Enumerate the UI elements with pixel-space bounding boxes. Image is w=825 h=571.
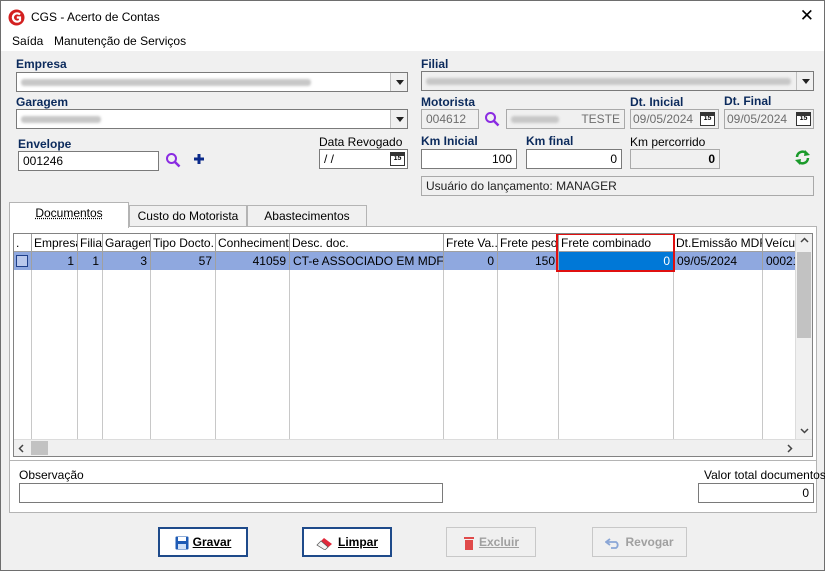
col-frete-peso[interactable]: Frete peso: [498, 234, 559, 252]
filial-select[interactable]: [421, 71, 814, 91]
garagem-select[interactable]: [16, 109, 408, 129]
cell-frete-peso[interactable]: 150: [498, 252, 559, 270]
cell-tipo-docto[interactable]: 57: [151, 252, 216, 270]
envelope-label: Envelope: [18, 137, 71, 151]
search-icon[interactable]: [484, 111, 500, 127]
add-icon[interactable]: [193, 153, 205, 165]
col-dt-emissao-mdfe[interactable]: Dt.Emissão MDFe: [674, 234, 763, 252]
app-logo-icon: [8, 9, 25, 26]
refresh-icon[interactable]: [794, 149, 811, 166]
chevron-down-icon[interactable]: [390, 73, 407, 91]
envelope-field[interactable]: 001246: [18, 151, 159, 171]
km-inicial-field[interactable]: 100: [421, 149, 517, 169]
revogar-button[interactable]: Revogar: [592, 527, 687, 557]
close-icon[interactable]: ✕: [800, 7, 814, 24]
row-indicator[interactable]: [14, 252, 32, 270]
filial-label: Filial: [421, 57, 448, 71]
valor-total-field: 0: [698, 483, 814, 503]
cell-desc-doc[interactable]: CT-e ASSOCIADO EM MDF-e: [290, 252, 444, 270]
chevron-left-icon[interactable]: [18, 444, 24, 453]
cell-empresa[interactable]: 1: [32, 252, 78, 270]
chevron-down-icon[interactable]: [800, 428, 809, 434]
km-percorrido-field: 0: [630, 149, 720, 169]
km-percorrido-label: Km percorrido: [630, 135, 705, 149]
cell-conhecimento[interactable]: 41059: [216, 252, 290, 270]
col-indicator[interactable]: .: [14, 234, 32, 252]
col-garagem[interactable]: Garagem: [103, 234, 151, 252]
calendar-icon[interactable]: 15: [700, 112, 715, 126]
highlight-box: [556, 233, 675, 272]
chevron-down-icon[interactable]: [390, 110, 407, 128]
dt-inicial-label: Dt. Inicial: [630, 95, 683, 109]
motorista-name-field: TESTE: [506, 109, 625, 129]
title-bar: CGS - Acerto de Contas ✕: [1, 1, 824, 33]
table-row[interactable]: 1 1 3 57 41059 CT-e ASSOCIADO EM MDF-e 0…: [14, 252, 804, 270]
km-final-field[interactable]: 0: [526, 149, 622, 169]
eraser-icon: [316, 536, 334, 550]
grid-header: . Empresa Filial Garagem Tipo Docto. Con…: [14, 234, 813, 252]
garagem-label: Garagem: [16, 95, 68, 109]
vertical-scrollbar[interactable]: [795, 234, 812, 440]
documents-panel: . Empresa Filial Garagem Tipo Docto. Con…: [9, 226, 817, 461]
menu-saida[interactable]: Saída: [12, 34, 43, 48]
km-final-label: Km final: [526, 134, 573, 148]
horizontal-scrollbar[interactable]: [14, 439, 813, 456]
empresa-select[interactable]: [16, 72, 408, 92]
gravar-button[interactable]: Gravar: [158, 527, 248, 557]
search-icon[interactable]: [165, 152, 181, 168]
col-tipo-docto[interactable]: Tipo Docto.: [151, 234, 216, 252]
km-inicial-label: Km Inicial: [421, 134, 478, 148]
tab-abastecimentos[interactable]: Abastecimentos: [247, 205, 367, 227]
horizontal-scroll-thumb[interactable]: [31, 441, 48, 455]
documents-grid[interactable]: . Empresa Filial Garagem Tipo Docto. Con…: [13, 233, 813, 457]
observacao-label: Observação: [19, 468, 84, 482]
col-frete-valor[interactable]: Frete Va...: [444, 234, 498, 252]
cell-garagem[interactable]: 3: [103, 252, 151, 270]
save-icon: [175, 536, 189, 550]
app-window: CGS - Acerto de Contas ✕ Saída Manutençã…: [0, 0, 825, 571]
tab-custo-motorista[interactable]: Custo do Motorista: [129, 205, 247, 227]
col-conhecimento[interactable]: Conhecimento: [216, 234, 290, 252]
col-empresa[interactable]: Empresa: [32, 234, 78, 252]
valor-total-label: Valor total documentos: [704, 468, 825, 482]
menu-bar: Saída Manutenção de Serviços: [1, 33, 824, 51]
calendar-icon[interactable]: 15: [390, 152, 405, 166]
undo-icon: [605, 537, 621, 549]
cell-filial[interactable]: 1: [78, 252, 103, 270]
excluir-button[interactable]: Excluir: [446, 527, 536, 557]
calendar-icon[interactable]: 15: [796, 112, 811, 126]
observacao-field[interactable]: [19, 483, 443, 503]
chevron-up-icon[interactable]: [800, 237, 809, 243]
empresa-label: Empresa: [16, 57, 67, 71]
chevron-right-icon[interactable]: [787, 444, 793, 453]
menu-manutencao-servicos[interactable]: Manutenção de Serviços: [54, 34, 186, 48]
tab-documentos[interactable]: Documentos: [9, 202, 129, 228]
window-title: CGS - Acerto de Contas: [31, 10, 160, 24]
cell-frete-valor[interactable]: 0: [444, 252, 498, 270]
usuario-lancamento: Usuário do lançamento: MANAGER: [421, 176, 814, 196]
limpar-button[interactable]: Limpar: [302, 527, 392, 557]
trash-icon: [463, 536, 475, 550]
dt-final-label: Dt. Final: [724, 94, 771, 108]
motorista-label: Motorista: [421, 95, 475, 109]
motorista-code-field[interactable]: 004612: [421, 109, 479, 129]
data-revogado-label: Data Revogado: [319, 135, 402, 149]
chevron-down-icon[interactable]: [796, 72, 813, 90]
col-filial[interactable]: Filial: [78, 234, 103, 252]
cell-dt-emissao-mdfe[interactable]: 09/05/2024: [674, 252, 763, 270]
col-desc-doc[interactable]: Desc. doc.: [290, 234, 444, 252]
vertical-scroll-thumb[interactable]: [797, 252, 811, 338]
